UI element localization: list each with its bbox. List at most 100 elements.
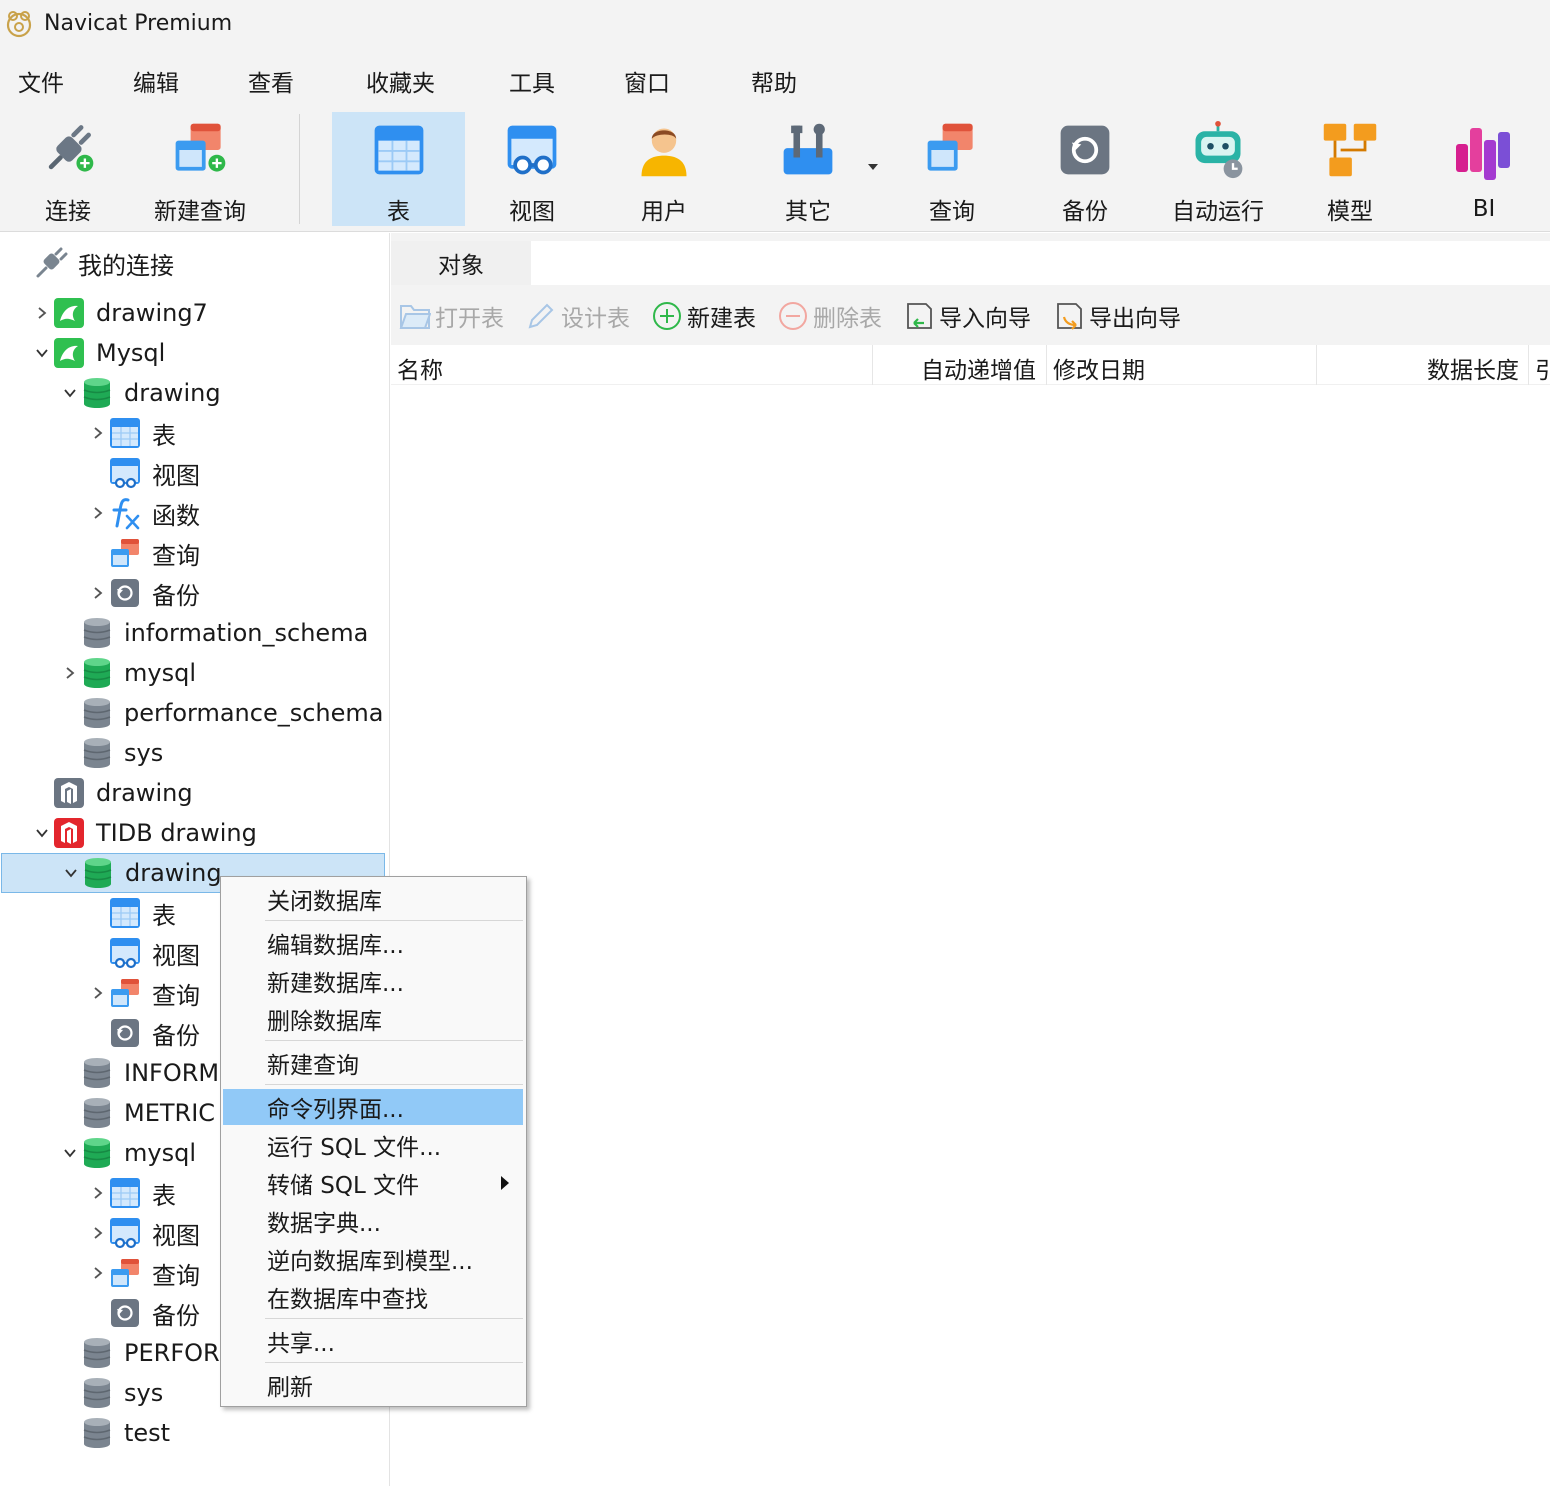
chevron-right-icon[interactable] — [60, 663, 80, 683]
tree-database-information-schema[interactable]: information_schema — [60, 613, 368, 653]
tree-connection-drawing-tidb[interactable]: drawing — [32, 773, 193, 813]
tree-item-functions[interactable]: 函数 — [88, 493, 200, 533]
connect-label: 连接 — [45, 199, 91, 225]
tree-node-label: drawing — [96, 779, 193, 807]
tree-root-my-connections[interactable]: 我的连接 — [34, 243, 174, 283]
tree-database-sys[interactable]: sys — [60, 733, 163, 773]
tree-item-backups[interactable]: 备份 — [88, 1293, 200, 1333]
other-dropdown-caret-icon[interactable] — [868, 164, 878, 170]
chevron-right-icon[interactable] — [88, 423, 108, 443]
chevron-right-icon[interactable] — [32, 303, 52, 323]
column-auto-increment[interactable]: 自动递增值 — [921, 351, 1036, 385]
menu-favorites[interactable]: 收藏夹 — [366, 64, 435, 98]
menu-edit-database[interactable]: 编辑数据库... — [223, 925, 523, 961]
tree-item-tables[interactable]: 表 — [88, 413, 176, 453]
new-query-button[interactable]: 新建查询 — [150, 112, 250, 226]
new-table-button[interactable]: 新建表 — [651, 299, 756, 333]
user-button[interactable]: 用户 — [614, 112, 714, 226]
menu-help[interactable]: 帮助 — [751, 64, 797, 98]
chevron-right-icon[interactable] — [88, 503, 108, 523]
table-button[interactable]: 表 — [332, 112, 465, 226]
menu-find-in-database[interactable]: 在数据库中查找 — [223, 1279, 523, 1315]
chevron-right-icon[interactable] — [88, 1183, 108, 1203]
tree-item-views[interactable]: 视图 — [88, 453, 200, 493]
tree-database-sys[interactable]: sys — [60, 1373, 163, 1413]
menu-share[interactable]: 共享... — [223, 1323, 523, 1359]
backup-button[interactable]: 备份 — [1035, 112, 1135, 226]
tree-item-queries[interactable]: 查询 — [88, 1253, 200, 1293]
design-table-button[interactable]: 设计表 — [525, 299, 630, 333]
chevron-down-icon[interactable] — [60, 1143, 80, 1163]
menu-separator — [265, 1362, 523, 1363]
backup-icon — [1060, 125, 1110, 175]
view-button[interactable]: 视图 — [482, 112, 582, 226]
delete-table-button[interactable]: 删除表 — [777, 299, 882, 333]
tree-node-label: 表 — [152, 1181, 176, 1210]
tree-item-tables[interactable]: 表 — [88, 893, 176, 933]
chevron-right-icon[interactable] — [88, 1263, 108, 1283]
tree-node-label: 表 — [152, 901, 176, 930]
import-wizard-button[interactable]: 导入向导 — [903, 299, 1031, 333]
tree-database-performance-schema[interactable]: PERFOR — [60, 1333, 220, 1373]
column-data-length[interactable]: 数据长度 — [1427, 351, 1519, 385]
menu-file[interactable]: 文件 — [18, 64, 64, 98]
export-wizard-button[interactable]: 导出向导 — [1053, 299, 1181, 333]
menu-delete-database[interactable]: 删除数据库 — [223, 1001, 523, 1037]
tree-item-queries[interactable]: 查询 — [88, 973, 200, 1013]
column-engine[interactable]: 引 — [1535, 351, 1550, 385]
chevron-down-icon[interactable] — [32, 343, 52, 363]
tree-database-drawing[interactable]: drawing — [60, 373, 221, 413]
menu-reverse-to-model[interactable]: 逆向数据库到模型... — [223, 1241, 523, 1277]
tree-connection-drawing7[interactable]: drawing7 — [32, 293, 208, 333]
plug-add-icon — [48, 125, 94, 172]
tab-objects[interactable]: 对象 — [391, 241, 531, 285]
menu-tools[interactable]: 工具 — [509, 64, 555, 98]
open-table-button[interactable]: 打开表 — [399, 299, 504, 333]
automation-label: 自动运行 — [1172, 199, 1264, 225]
submenu-arrow-icon — [501, 1176, 509, 1190]
menu-refresh[interactable]: 刷新 — [223, 1367, 523, 1403]
tree-connection-mysql[interactable]: Mysql — [32, 333, 165, 373]
chevron-right-icon[interactable] — [88, 983, 108, 1003]
chevron-down-icon[interactable] — [60, 383, 80, 403]
tree-database-mysql[interactable]: mysql — [60, 1133, 196, 1173]
tree-database-performance-schema[interactable]: performance_schema — [60, 693, 383, 733]
menu-close-database[interactable]: 关闭数据库 — [223, 881, 523, 917]
menu-command-line[interactable]: 命令列界面... — [223, 1089, 523, 1125]
query-button[interactable]: 查询 — [902, 112, 1002, 226]
column-name[interactable]: 名称 — [397, 351, 443, 385]
menu-window[interactable]: 窗口 — [624, 64, 670, 98]
import-icon — [903, 300, 935, 332]
other-button[interactable]: 其它 — [758, 112, 858, 226]
column-modified-date[interactable]: 修改日期 — [1053, 351, 1145, 385]
tree-database-mysql[interactable]: mysql — [60, 653, 196, 693]
menu-run-sql-file[interactable]: 运行 SQL 文件... — [223, 1127, 523, 1163]
tree-database-information-schema[interactable]: INFORM — [60, 1053, 219, 1093]
menu-view[interactable]: 查看 — [248, 64, 294, 98]
tree-item-views[interactable]: 视图 — [88, 933, 200, 973]
tree-item-tables[interactable]: 表 — [88, 1173, 176, 1213]
chevron-right-icon[interactable] — [88, 583, 108, 603]
chevron-right-icon[interactable] — [88, 1223, 108, 1243]
connect-button[interactable]: 连接 — [18, 112, 118, 226]
menu-edit[interactable]: 编辑 — [133, 64, 179, 98]
tree-item-queries[interactable]: 查询 — [88, 533, 200, 573]
menu-new-database[interactable]: 新建数据库... — [223, 963, 523, 999]
user-icon — [641, 128, 687, 177]
tree-connection-tidb-drawing[interactable]: TIDB drawing — [32, 813, 257, 853]
bi-button[interactable]: BI — [1434, 112, 1534, 226]
chevron-down-icon[interactable] — [61, 863, 81, 883]
tree-database-test[interactable]: test — [60, 1413, 170, 1453]
tree-database-metrics-schema[interactable]: METRIC — [60, 1093, 215, 1133]
model-button[interactable]: 模型 — [1300, 112, 1400, 226]
tree-item-backups[interactable]: 备份 — [88, 573, 200, 613]
menu-data-dictionary[interactable]: 数据字典... — [223, 1203, 523, 1239]
tree-item-backups[interactable]: 备份 — [88, 1013, 200, 1053]
tree-node-label: drawing7 — [96, 299, 208, 327]
chevron-down-icon[interactable] — [32, 823, 52, 843]
automation-button[interactable]: 自动运行 — [1160, 112, 1276, 226]
tree-item-views[interactable]: 视图 — [88, 1213, 200, 1253]
menu-dump-sql-file[interactable]: 转储 SQL 文件 — [223, 1165, 523, 1201]
tree-node-label: 视图 — [152, 1221, 200, 1250]
menu-new-query[interactable]: 新建查询 — [223, 1045, 523, 1081]
